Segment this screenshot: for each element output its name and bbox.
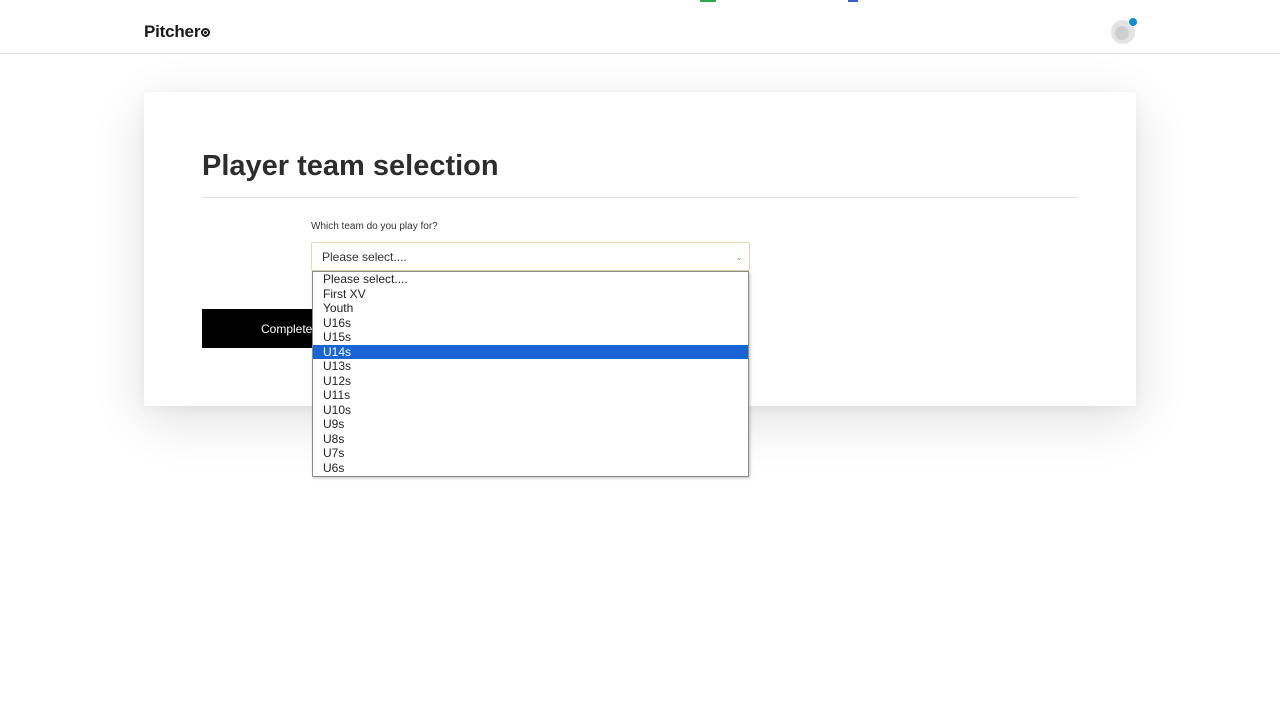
notification-dot <box>1128 17 1138 27</box>
page-title: Player team selection <box>202 150 499 182</box>
team-select[interactable]: Please select.... ⌄ <box>311 242 750 271</box>
team-option[interactable]: U13s <box>313 359 748 374</box>
logo-text: Pitcher <box>144 22 201 41</box>
team-option[interactable]: U16s <box>313 316 748 331</box>
logo-mark-icon <box>201 28 211 37</box>
team-option[interactable]: U15s <box>313 330 748 345</box>
team-select-value: Please select.... <box>322 250 407 264</box>
team-option[interactable]: U8s <box>313 432 748 447</box>
avatar-silhouette-icon <box>1115 26 1129 40</box>
team-option[interactable]: U14s <box>313 344 748 359</box>
title-divider <box>202 197 1078 198</box>
chevron-down-icon: ⌄ <box>735 252 743 262</box>
team-options-list[interactable]: Please select.... First XV Youth U16s U15s U1… <box>312 271 749 477</box>
team-option[interactable]: U7s <box>313 446 748 461</box>
top-edge-blue-fragment <box>848 0 858 2</box>
team-option[interactable]: U10s <box>313 403 748 418</box>
team-option[interactable]: Youth <box>313 301 748 316</box>
top-navigation-bar: Pitcher <box>0 0 1280 54</box>
top-edge-green-fragment <box>700 0 716 2</box>
team-option[interactable]: U12s <box>313 374 748 389</box>
team-option[interactable]: First XV <box>313 287 748 302</box>
team-option[interactable]: U9s <box>313 417 748 432</box>
pitchero-logo[interactable]: Pitcher <box>144 22 211 42</box>
team-select-label: Which team do you play for? <box>311 221 438 232</box>
team-option[interactable]: U11s <box>313 388 748 403</box>
team-option[interactable]: U6s <box>313 461 748 476</box>
team-option[interactable]: Please select.... <box>313 272 748 287</box>
